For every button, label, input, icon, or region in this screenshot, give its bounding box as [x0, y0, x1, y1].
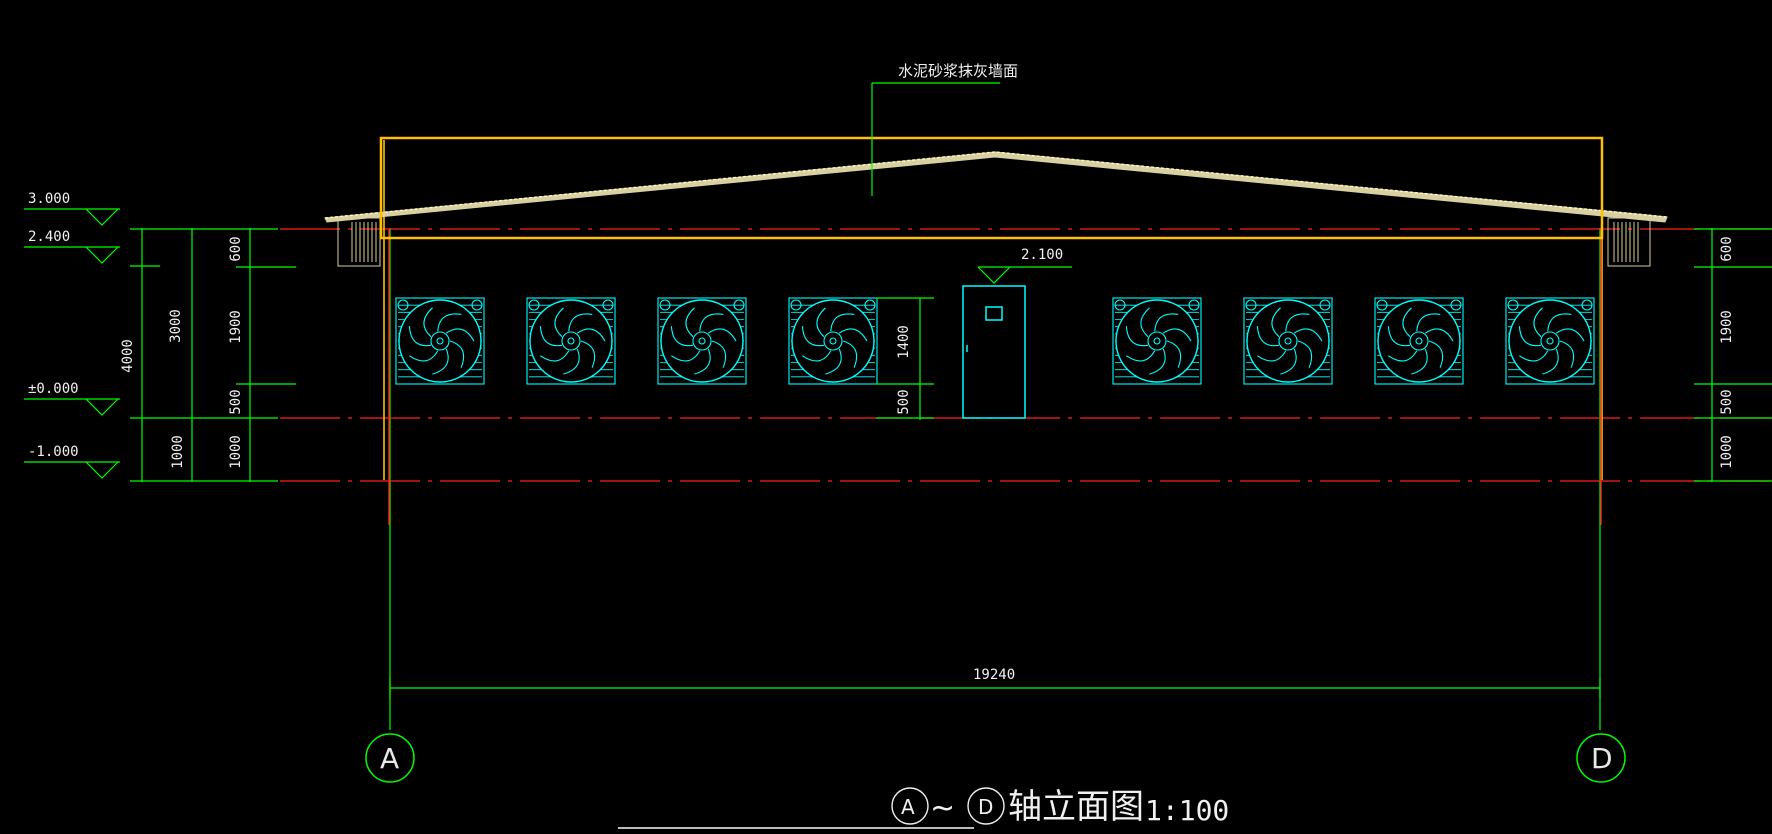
eave-gutters [337, 217, 1651, 267]
exhaust-fan-icon[interactable] [657, 297, 747, 385]
dim-text: 500 [228, 389, 244, 414]
dim-text: 500 [896, 389, 912, 414]
overall-width-label: 19240 [973, 667, 1015, 683]
door-level-label: 2.100 [1021, 247, 1063, 263]
drawing-title: A ~ D 轴立面图 1:100 [618, 787, 1229, 829]
dim-text: 1400 [896, 325, 912, 359]
dim-text: 1000 [1719, 435, 1735, 469]
level-label: -1.000 [28, 444, 79, 460]
door-icon[interactable] [962, 285, 1026, 419]
fan-group [395, 297, 1595, 385]
fan-dimension-texts: 1400 500 [896, 325, 912, 415]
dim-text: 600 [1719, 236, 1735, 261]
exhaust-fan-icon[interactable] [788, 297, 878, 385]
left-dimension-texts: 4000 1000 3000 600 1900 500 1000 [120, 236, 244, 469]
door-level-mark [977, 266, 1072, 284]
cad-drawing-canvas[interactable]: 水泥砂浆抹灰墙面 2.100 1400 500 3.000 2.400 ±0.000 -… [0, 0, 1772, 829]
dim-text: 1900 [228, 310, 244, 344]
wall-finish-label: 水泥砂浆抹灰墙面 [898, 62, 1018, 80]
title-axis-from: A [901, 795, 915, 819]
dim-text: 600 [228, 236, 244, 261]
exhaust-fan-icon[interactable] [1243, 297, 1333, 385]
elevation-drawing: 水泥砂浆抹灰墙面 2.100 1400 500 3.000 2.400 ±0.000 -… [24, 62, 1772, 829]
level-label: 3.000 [28, 191, 70, 207]
exhaust-fan-icon[interactable] [1374, 297, 1464, 385]
dim-text: 1000 [228, 435, 244, 469]
title-axis-to: D [978, 795, 993, 819]
level-label: ±0.000 [28, 381, 79, 397]
left-dimension-chains [130, 228, 296, 482]
axis-d-label: D [1591, 742, 1613, 775]
dim-text: 500 [1719, 389, 1735, 414]
dim-text: 1000 [170, 435, 186, 469]
wall-finish-leader [871, 82, 1000, 196]
exhaust-fan-icon[interactable] [1112, 297, 1202, 385]
title-scale: 1:100 [1145, 794, 1229, 827]
axis-a-label: A [380, 742, 399, 775]
left-level-marks: 3.000 2.400 ±0.000 -1.000 [24, 191, 120, 479]
exhaust-fan-icon[interactable] [395, 297, 485, 385]
dim-text: 4000 [120, 339, 136, 373]
right-dimension-texts: 600 1900 500 1000 [1719, 236, 1735, 469]
exhaust-fan-icon[interactable] [1505, 297, 1595, 385]
exhaust-fan-icon[interactable] [526, 297, 616, 385]
dim-text: 3000 [168, 309, 184, 343]
axis-bubble-d[interactable]: D [1576, 733, 1626, 783]
axis-bubble-a[interactable]: A [365, 733, 415, 783]
title-tilde: ~ [930, 791, 955, 826]
level-label: 2.400 [28, 229, 70, 245]
title-text: 轴立面图 [1008, 787, 1144, 827]
roof [324, 151, 1668, 223]
dim-text: 1900 [1719, 310, 1735, 344]
